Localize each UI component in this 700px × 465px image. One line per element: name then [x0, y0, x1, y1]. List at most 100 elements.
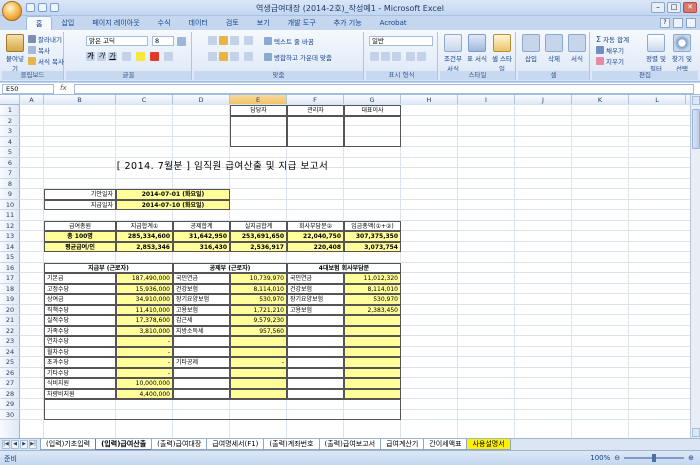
ribbon-tab[interactable]: 추가 기능 [325, 16, 371, 30]
deduction-item[interactable]: 국민연금 [173, 273, 230, 284]
row-header[interactable]: 12 [0, 221, 20, 231]
deduction-item[interactable]: 장기요양보험 [173, 294, 230, 305]
select-all-corner[interactable] [0, 95, 20, 105]
scroll-up-icon[interactable] [692, 96, 700, 105]
formula-input[interactable] [74, 84, 694, 94]
pay-value[interactable]: 34,910,000 [116, 294, 173, 305]
approval-header[interactable]: 대표이사 [344, 105, 401, 116]
approval-header[interactable]: 담당자 [230, 105, 287, 116]
format-cells-button[interactable]: 서식 [566, 34, 588, 63]
ribbon-tab[interactable]: 삽입 [52, 16, 83, 30]
summary-average[interactable]: 2,853,346 [116, 241, 173, 252]
pay-item[interactable]: 기타수당 [44, 367, 116, 378]
format-painter-button[interactable]: 서식 복사 [28, 56, 64, 66]
row-header[interactable]: 8 [0, 179, 20, 189]
decrease-decimal-icon[interactable] [417, 52, 426, 61]
company-item[interactable] [287, 367, 344, 378]
row-header[interactable]: 10 [0, 200, 20, 210]
summary-header[interactable]: 회사부담분② [287, 220, 344, 231]
deduction-item[interactable]: 기타공제 [173, 357, 230, 368]
ribbon-tab[interactable]: 보기 [248, 16, 279, 30]
row-header[interactable]: 20 [0, 305, 20, 315]
summary-header[interactable]: 급여총원 [44, 220, 116, 231]
summary-total[interactable]: 22,040,750 [287, 231, 344, 242]
row-header[interactable]: 5 [0, 147, 20, 158]
row-header[interactable]: 7 [0, 168, 20, 179]
align-middle-icon[interactable] [219, 36, 228, 45]
sheet-tab[interactable]: (출력)급여보고서 [318, 439, 382, 450]
wrap-text-button[interactable]: 텍스트 줄 바꿈 [264, 36, 314, 46]
summary-total[interactable]: 253,691,650 [230, 231, 287, 242]
pay-value[interactable]: 17,378,600 [116, 315, 173, 326]
row-header[interactable]: 18 [0, 284, 20, 294]
pay-item[interactable]: 직책수당 [44, 304, 116, 315]
last-sheet-icon[interactable]: ▶| [29, 440, 37, 449]
border-icon[interactable] [122, 52, 131, 61]
summary-average[interactable]: 3,073,754 [344, 241, 401, 252]
pay-value[interactable]: 3,810,000 [116, 325, 173, 336]
deduction-value[interactable] [230, 346, 287, 357]
deduction-item[interactable] [173, 336, 230, 347]
office-button[interactable] [2, 1, 22, 21]
row-header[interactable]: 17 [0, 273, 20, 284]
ribbon-tab[interactable]: 수식 [149, 16, 180, 30]
approval-sign-box[interactable] [287, 115, 344, 147]
deduction-value[interactable] [230, 336, 287, 347]
row-header[interactable]: 25 [0, 357, 20, 368]
pay-item[interactable]: 초과수당 [44, 357, 116, 368]
pay-item[interactable]: 연차수당 [44, 336, 116, 347]
ribbon-tab[interactable]: Acrobat [371, 16, 416, 30]
grow-font-icon[interactable] [177, 37, 186, 46]
row-header[interactable]: 9 [0, 189, 20, 200]
row-header[interactable]: 4 [0, 137, 20, 147]
deduction-value[interactable]: 8,114,010 [230, 283, 287, 294]
pay-date[interactable]: 2014-07-10 (화요일) [116, 199, 230, 210]
align-left-icon[interactable] [208, 52, 217, 61]
scroll-thumb[interactable] [692, 109, 700, 149]
pay-item[interactable]: 상여금 [44, 294, 116, 305]
row-header[interactable]: 15 [0, 252, 20, 263]
company-item[interactable]: 국민연금 [287, 273, 344, 284]
summary-header[interactable]: 임금총액(①+②) [344, 220, 401, 231]
sheet-tab[interactable]: 간이세액표 [423, 439, 468, 450]
minimize-button[interactable]: – [651, 2, 665, 13]
comma-icon[interactable] [392, 52, 401, 61]
row-header[interactable]: 29 [0, 399, 20, 410]
sheet-tab[interactable]: 급여계산기 [380, 439, 425, 450]
sheet-tab[interactable]: (입력)급여산출 [95, 439, 153, 450]
row-header[interactable]: 13 [0, 231, 20, 242]
sort-filter-button[interactable]: 정렬 및 필터 [644, 34, 668, 73]
pay-value[interactable]: - [116, 336, 173, 347]
row-header[interactable]: 24 [0, 347, 20, 357]
row-header[interactable]: 1 [0, 105, 20, 116]
summary-total[interactable]: 31,642,950 [173, 231, 230, 242]
summary-total[interactable]: 307,375,350 [344, 231, 401, 242]
deduction-value[interactable]: 10,739,970 [230, 273, 287, 284]
approval-header[interactable]: 관리자 [287, 105, 344, 116]
phonetic-icon[interactable] [164, 52, 173, 61]
ribbon-tab[interactable]: 데이터 [180, 16, 217, 30]
align-right-icon[interactable] [230, 52, 239, 61]
deduction-item[interactable]: 고용보험 [173, 304, 230, 315]
deduction-item[interactable] [173, 388, 230, 399]
pay-value[interactable]: - [116, 367, 173, 378]
company-item[interactable] [287, 346, 344, 357]
period-label[interactable]: 지급일자 [44, 199, 116, 210]
company-header[interactable]: 4대보험 회사부담분 [287, 262, 401, 273]
align-center-icon[interactable] [219, 52, 228, 61]
pay-item[interactable]: 고정수당 [44, 283, 116, 294]
company-item[interactable]: 고용보험 [287, 304, 344, 315]
row-header[interactable]: 27 [0, 378, 20, 389]
delete-cells-button[interactable]: 삭제 [543, 34, 565, 63]
find-select-button[interactable]: 찾기 및 선택 [670, 34, 694, 73]
insert-cells-button[interactable]: 삽입 [520, 34, 542, 63]
company-item[interactable] [287, 315, 344, 326]
next-sheet-icon[interactable]: ▶ [20, 440, 28, 449]
company-value[interactable]: 8,114,010 [344, 283, 401, 294]
company-value[interactable] [344, 388, 401, 399]
period-label[interactable]: 기안일자 [44, 189, 116, 200]
first-sheet-icon[interactable]: |◀ [2, 440, 10, 449]
align-bottom-icon[interactable] [230, 36, 239, 45]
approval-sign-box[interactable] [230, 115, 287, 147]
deduction-item[interactable]: 지방소득세 [173, 325, 230, 336]
